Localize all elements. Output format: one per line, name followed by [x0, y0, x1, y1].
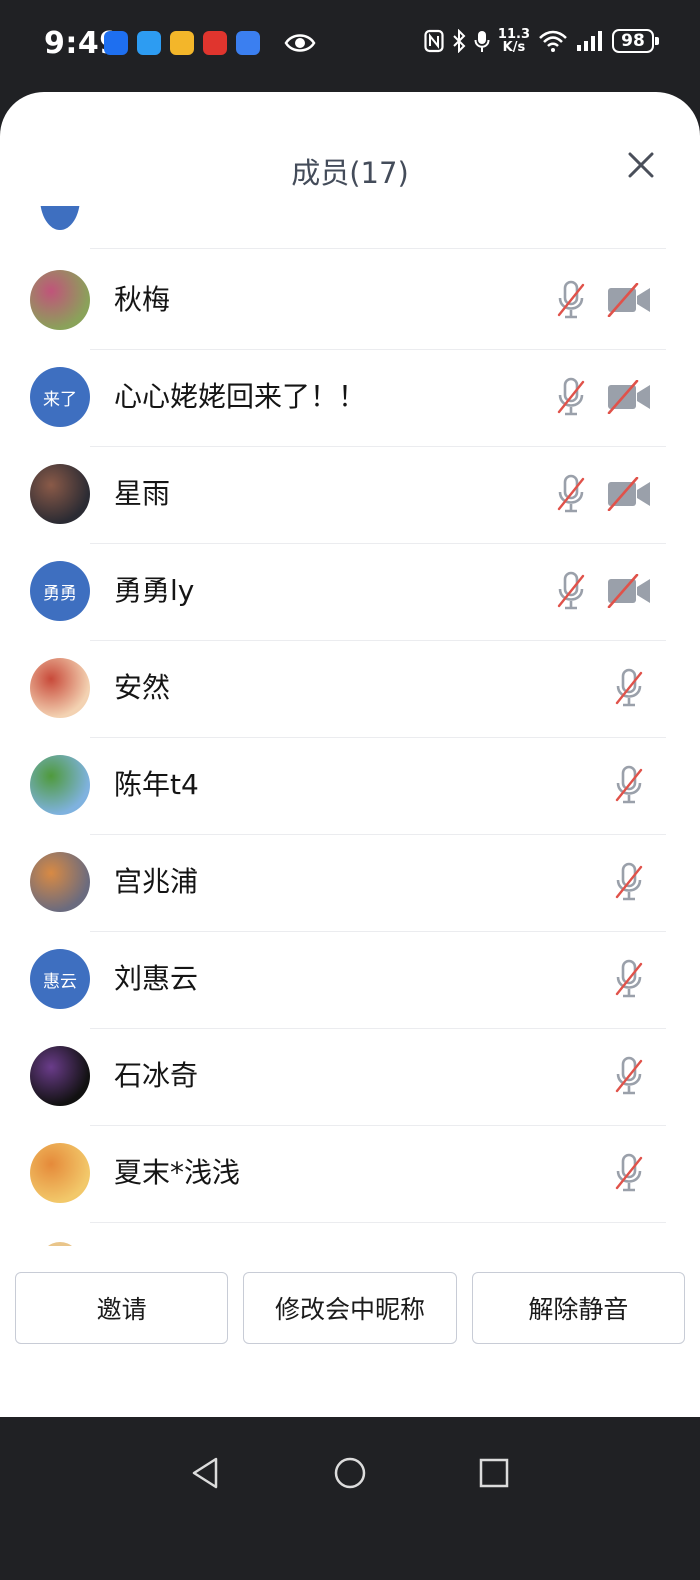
bluetooth-icon: [453, 29, 466, 53]
mic-muted-icon[interactable]: [556, 570, 586, 612]
avatar: 惠云: [30, 949, 90, 1009]
camera-off-icon[interactable]: [606, 283, 652, 317]
member-row[interactable]: 星雨: [0, 446, 700, 543]
back-icon[interactable]: [186, 1453, 226, 1493]
member-row[interactable]: 安然: [0, 640, 700, 737]
rename-nickname-button[interactable]: 修改会中昵称: [243, 1272, 457, 1344]
mail-app-icon: [170, 31, 194, 55]
mic-muted-icon[interactable]: [614, 861, 644, 903]
member-name: 夏末*浅浅: [114, 1156, 241, 1189]
list-divider: [90, 1222, 666, 1223]
member-row[interactable]: 勇勇 勇勇ly: [0, 543, 700, 640]
member-name: 石冰奇: [114, 1059, 199, 1092]
action-bar: 邀请 修改会中昵称 解除静音: [15, 1272, 685, 1344]
row-divider: [90, 931, 666, 932]
status-right-icons: 11.3 K/s 98: [424, 28, 659, 54]
mic-muted-icon[interactable]: [614, 764, 644, 806]
network-speed: 11.3 K/s: [498, 28, 530, 54]
unmute-button[interactable]: 解除静音: [471, 1272, 685, 1344]
row-divider: [90, 737, 666, 738]
camera-off-icon[interactable]: [606, 477, 652, 511]
member-row[interactable]: 来了 心心姥姥回来了！！: [0, 349, 700, 446]
network-speed-unit: K/s: [502, 40, 526, 55]
avatar: [30, 270, 90, 330]
member-name: 勇勇ly: [114, 574, 195, 607]
nfc-icon: [424, 29, 444, 53]
mic-muted-icon[interactable]: [614, 667, 644, 709]
avatar: [30, 658, 90, 718]
member-row[interactable]: 秋梅: [0, 252, 700, 349]
member-row[interactable]: 陈年t4: [0, 737, 700, 834]
member-row[interactable]: 宫兆浦: [0, 834, 700, 931]
mic-muted-icon[interactable]: [556, 376, 586, 418]
recents-icon[interactable]: [474, 1453, 514, 1493]
member-name: 安然: [114, 671, 171, 704]
avatar: 勇勇: [30, 561, 90, 621]
mic-muted-icon[interactable]: [614, 1055, 644, 1097]
avatar-initials: 来了: [43, 389, 77, 410]
member-name: 心心姥姥回来了！！: [114, 380, 367, 413]
home-icon[interactable]: [330, 1453, 370, 1493]
member-name: 宫兆浦: [114, 865, 199, 898]
partial-avatar-top: [40, 206, 80, 230]
mic-muted-icon[interactable]: [614, 1152, 644, 1194]
row-divider: [90, 1028, 666, 1029]
wifi-icon: [539, 30, 567, 52]
mic-muted-icon[interactable]: [556, 279, 586, 321]
microphone-status-icon: [474, 31, 490, 52]
battery-indicator: 98: [612, 29, 659, 53]
member-name: 刘惠云: [114, 962, 199, 995]
battery-level: 98: [621, 31, 645, 51]
system-nav-bar: [0, 1417, 700, 1580]
member-list[interactable]: 秋梅来了 心心姥姥回来了！！ 星雨勇勇 勇勇ly 安然陈年t4 宫兆浦惠云 刘惠云石冰奇夏末…: [0, 206, 700, 1246]
partial-avatar-bottom: [40, 1242, 80, 1246]
sheet-title: 成员(17): [291, 156, 409, 190]
avatar: [30, 755, 90, 815]
eye-icon: [284, 34, 316, 52]
invite-button[interactable]: 邀请: [15, 1272, 229, 1344]
row-divider: [90, 349, 666, 350]
avatar: [30, 464, 90, 524]
avatar-initials: 勇勇: [43, 583, 77, 604]
messages-app-icon: [137, 31, 161, 55]
avatar: [30, 852, 90, 912]
row-divider: [90, 640, 666, 641]
members-sheet: 成员(17) 秋梅来了 心心姥姥回来了！！ 星雨勇勇 勇勇ly 安然陈年t4 宫兆浦惠云 刘…: [0, 92, 700, 1417]
status-bar: 9:49 11.3 K/s 98: [0, 0, 700, 92]
avatar-initials: 惠云: [43, 971, 77, 992]
signal-icon: [577, 31, 602, 51]
row-divider: [90, 446, 666, 447]
close-icon[interactable]: [626, 150, 656, 180]
row-divider: [90, 1125, 666, 1126]
avatar: [30, 1046, 90, 1106]
row-divider: [90, 834, 666, 835]
avatar: 来了: [30, 367, 90, 427]
camera-off-icon[interactable]: [606, 574, 652, 608]
row-divider: [90, 543, 666, 544]
notification-icons: [104, 31, 260, 55]
member-name: 陈年t4: [114, 768, 199, 801]
member-name: 星雨: [114, 477, 171, 510]
member-row[interactable]: 夏末*浅浅: [0, 1125, 700, 1222]
mic-muted-icon[interactable]: [556, 473, 586, 515]
avatar: [30, 1143, 90, 1203]
mic-muted-icon[interactable]: [614, 958, 644, 1000]
list-divider: [90, 248, 666, 249]
shopping-app-icon: [203, 31, 227, 55]
maps-app-icon: [104, 31, 128, 55]
member-row[interactable]: 石冰奇: [0, 1028, 700, 1125]
member-name: 秋梅: [114, 283, 171, 316]
member-row[interactable]: 惠云 刘惠云: [0, 931, 700, 1028]
camera-off-icon[interactable]: [606, 380, 652, 414]
security-app-icon: [236, 31, 260, 55]
